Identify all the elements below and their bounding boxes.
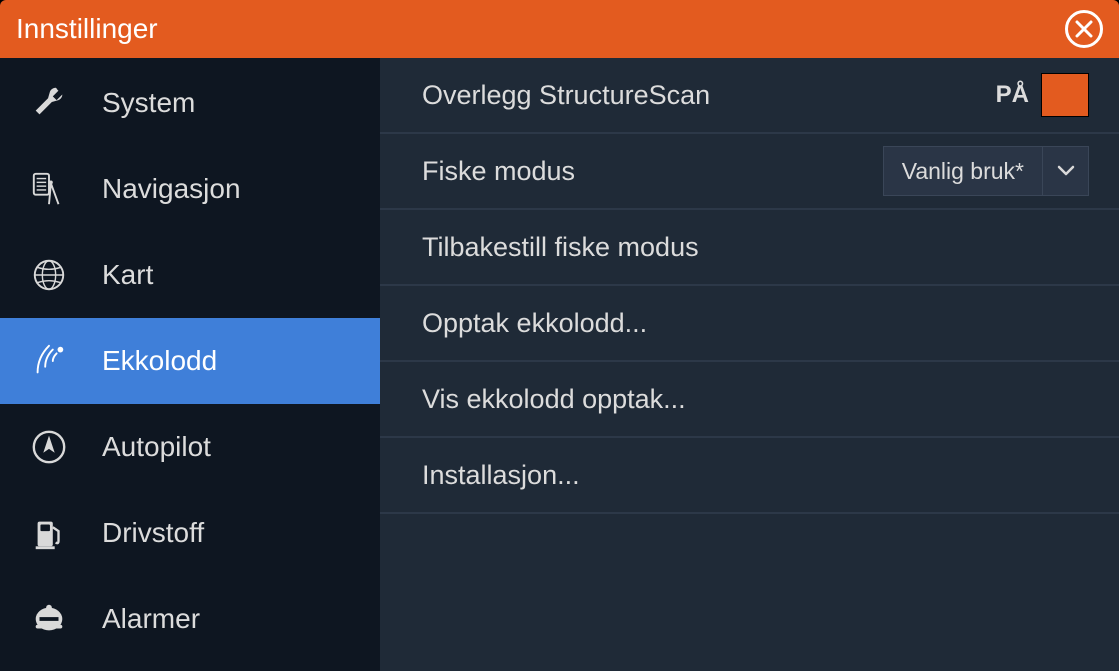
sidebar-item-drivstoff[interactable]: Drivstoff — [0, 490, 380, 576]
dropdown-value: Vanlig bruk* — [884, 158, 1042, 185]
sidebar-item-label: Drivstoff — [102, 517, 204, 549]
sidebar-item-kart[interactable]: Kart — [0, 232, 380, 318]
header-title: Innstillinger — [16, 13, 158, 45]
row-label: Overlegg StructureScan — [422, 80, 710, 111]
sidebar-item-autopilot[interactable]: Autopilot — [0, 404, 380, 490]
row-label: Fiske modus — [422, 156, 575, 187]
globe-icon — [28, 254, 70, 296]
compass-calc-icon — [28, 168, 70, 210]
bell-icon — [28, 598, 70, 640]
signal-icon — [28, 340, 70, 382]
row-overlegg-structurescan[interactable]: Overlegg StructureScan PÅ — [380, 58, 1119, 134]
row-fiske-modus[interactable]: Fiske modus Vanlig bruk* — [380, 134, 1119, 210]
chevron-down-icon — [1042, 146, 1088, 196]
wrench-icon — [28, 82, 70, 124]
sidebar-item-label: System — [102, 87, 195, 119]
sidebar-item-label: Alarmer — [102, 603, 200, 635]
row-tilbakestill-fiske-modus[interactable]: Tilbakestill fiske modus — [380, 210, 1119, 286]
toggle-control[interactable]: PÅ — [996, 73, 1089, 117]
sidebar-item-system[interactable]: System — [0, 60, 380, 146]
fuel-icon — [28, 512, 70, 554]
row-opptak-ekkolodd[interactable]: Opptak ekkolodd... — [380, 286, 1119, 362]
sidebar-item-alarmer[interactable]: Alarmer — [0, 576, 380, 662]
nav-arrow-icon — [28, 426, 70, 468]
toggle-box — [1041, 73, 1089, 117]
row-installasjon[interactable]: Installasjon... — [380, 438, 1119, 514]
row-label: Opptak ekkolodd... — [422, 308, 647, 339]
sidebar-item-label: Navigasjon — [102, 173, 241, 205]
close-icon — [1075, 20, 1093, 38]
row-label: Installasjon... — [422, 460, 580, 491]
row-label: Vis ekkolodd opptak... — [422, 384, 686, 415]
sidebar-item-navigasjon[interactable]: Navigasjon — [0, 146, 380, 232]
sidebar-item-label: Ekkolodd — [102, 345, 217, 377]
sidebar: System Navigasjon — [0, 58, 380, 671]
content-panel: Overlegg StructureScan PÅ Fiske modus Va… — [380, 58, 1119, 671]
row-vis-ekkolodd-opptak[interactable]: Vis ekkolodd opptak... — [380, 362, 1119, 438]
toggle-label: PÅ — [996, 81, 1029, 109]
close-button[interactable] — [1065, 10, 1103, 48]
dropdown-control[interactable]: Vanlig bruk* — [883, 146, 1089, 196]
sidebar-item-ekkolodd[interactable]: Ekkolodd — [0, 318, 380, 404]
sidebar-item-label: Autopilot — [102, 431, 211, 463]
header-bar: Innstillinger — [0, 0, 1119, 58]
row-label: Tilbakestill fiske modus — [422, 232, 699, 263]
sidebar-item-label: Kart — [102, 259, 153, 291]
